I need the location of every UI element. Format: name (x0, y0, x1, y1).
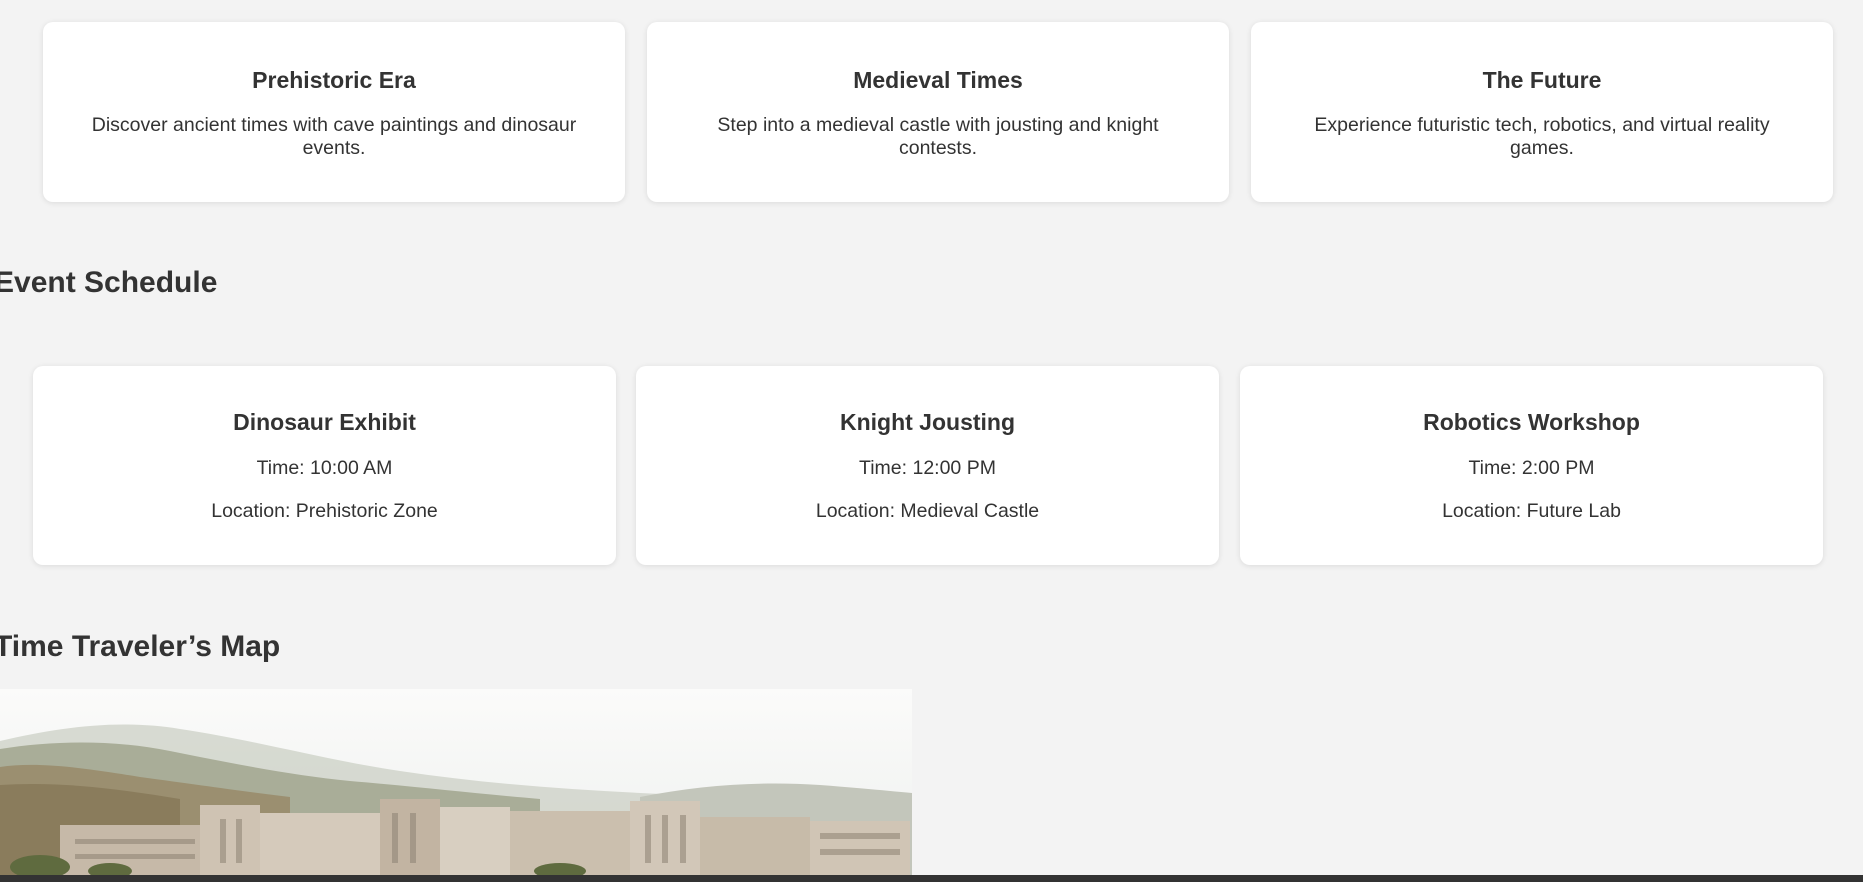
era-card-future: The Future Experience futuristic tech, r… (1251, 22, 1833, 202)
era-title: Medieval Times (853, 67, 1023, 93)
era-description: Step into a medieval castle with joustin… (717, 114, 1159, 159)
event-card-robotics-workshop: Robotics Workshop Time: 2:00 PM Location… (1240, 366, 1823, 565)
event-location: Location: Medieval Castle (815, 500, 1040, 522)
campus-photo (0, 689, 912, 875)
page: Prehistoric Era Discover ancient times w… (0, 0, 1863, 882)
era-title: Prehistoric Era (252, 67, 416, 93)
event-schedule-heading: Event Schedule (0, 266, 218, 299)
era-title: The Future (1482, 67, 1602, 93)
era-description: Experience futuristic tech, robotics, an… (1314, 114, 1770, 159)
event-time: Time: 2:00 PM (1468, 457, 1595, 479)
event-title: Robotics Workshop (1423, 409, 1640, 435)
event-location: Location: Prehistoric Zone (211, 500, 438, 522)
map-heading: Time Traveler’s Map (0, 630, 281, 663)
event-time: Time: 12:00 PM (859, 457, 996, 479)
event-time: Time: 10:00 AM (256, 457, 393, 479)
event-card-dinosaur-exhibit: Dinosaur Exhibit Time: 10:00 AM Location… (33, 366, 616, 565)
era-description: Discover ancient times with cave paintin… (91, 114, 577, 159)
event-card-knight-jousting: Knight Jousting Time: 12:00 PM Location:… (636, 366, 1219, 565)
event-title: Knight Jousting (839, 409, 1016, 435)
event-title: Dinosaur Exhibit (233, 409, 416, 435)
event-location: Location: Future Lab (1442, 500, 1621, 522)
map-image (0, 689, 912, 875)
era-card-prehistoric: Prehistoric Era Discover ancient times w… (43, 22, 625, 202)
footer-bar (0, 875, 1863, 882)
era-card-medieval: Medieval Times Step into a medieval cast… (647, 22, 1229, 202)
